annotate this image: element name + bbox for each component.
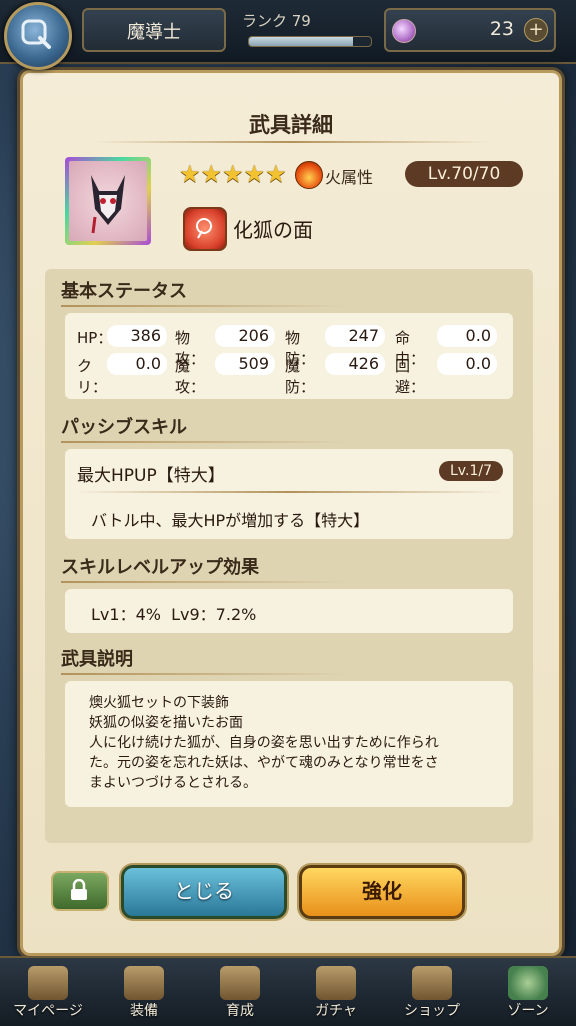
description-text: 燠火狐セットの下装飾 妖狐の似姿を描いたお面 人に化け続けた狐が、自身の姿を思い… — [89, 693, 439, 793]
scroll-icon — [28, 966, 68, 1000]
basic-status-title: 基本ステータス — [61, 281, 187, 302]
nav-training[interactable]: 育成 — [192, 958, 288, 1026]
attribute-label: 火属性 — [325, 168, 374, 187]
description-line: 妖狐の似姿を描いたお面 — [89, 715, 243, 731]
gacha-icon — [316, 966, 356, 1000]
bottom-nav: マイページ 装備 育成 ガチャ ショップ ゾーン — [0, 956, 576, 1026]
section-divider — [61, 441, 351, 443]
skill-name: 最大HPUP【特大】 — [77, 466, 225, 486]
close-button[interactable]: とじる — [121, 865, 287, 919]
description-line: まよいつづけるとされる。 — [89, 775, 257, 791]
search-icon — [21, 19, 51, 49]
levelup-effect-box: Lv1：4% Lv9：7.2% — [65, 589, 513, 633]
item-thumbnail — [65, 157, 151, 245]
nav-shop[interactable]: ショップ — [384, 958, 480, 1026]
skill-level-badge: Lv.1/7 — [439, 461, 503, 481]
item-name: 化狐の面 — [233, 218, 313, 242]
section-divider — [61, 673, 351, 675]
nav-label: ガチャ — [315, 1003, 357, 1019]
nav-gacha[interactable]: ガチャ — [288, 958, 384, 1026]
nav-zone[interactable]: ゾーン — [480, 958, 576, 1026]
nav-label: 育成 — [226, 1003, 254, 1019]
section-divider — [61, 305, 351, 307]
training-icon — [220, 966, 260, 1000]
nav-label: ショップ — [404, 1003, 460, 1019]
weapon-description-title: 武具説明 — [61, 649, 133, 670]
rank-panel: ランク 79 — [228, 8, 376, 48]
lock-icon — [71, 879, 87, 900]
gem-count: 23 — [489, 18, 514, 40]
level-badge: Lv.70/70 — [405, 161, 523, 187]
equipment-icon — [124, 966, 164, 1000]
rank-label: ランク 79 — [242, 12, 311, 30]
rank-progress-bar — [248, 36, 372, 47]
nav-label: ゾーン — [507, 1003, 549, 1019]
job-label: 魔導士 — [127, 22, 181, 43]
title-divider — [93, 141, 489, 143]
top-bar: 魔導士 ランク 79 23 + — [0, 0, 576, 64]
fox-mask-icon — [69, 161, 147, 241]
gem-icon — [392, 19, 416, 43]
detail-content[interactable]: 基本ステータス HP： 386 物攻： 206 物防： 247 命中： 0.0 … — [45, 269, 533, 843]
job-panel: 魔導士 — [82, 8, 226, 52]
nav-equipment[interactable]: 装備 — [96, 958, 192, 1026]
skill-description: バトル中、最大HPが増加する【特大】 — [91, 511, 370, 530]
nav-label: 装備 — [130, 1003, 158, 1019]
passive-skill-title: パッシブスキル — [61, 417, 187, 438]
section-divider — [61, 581, 351, 583]
search-button[interactable] — [4, 2, 72, 70]
globe-icon — [508, 966, 548, 1000]
rarity-stars: ★★★★★ — [179, 160, 287, 188]
description-line: 人に化け続けた狐が、自身の姿を思い出すために作られ — [89, 735, 439, 751]
shop-icon — [412, 966, 452, 1000]
weapon-description-box: 燠火狐セットの下装飾 妖狐の似姿を描いたお面 人に化け続けた狐が、自身の姿を思い… — [65, 681, 513, 807]
rank-progress-fill — [249, 37, 353, 46]
passive-skill-box: 最大HPUP【特大】 Lv.1/7 バトル中、最大HPが増加する【特大】 — [65, 449, 513, 539]
enhance-button[interactable]: 強化 — [299, 865, 465, 919]
levelup-effect-text: Lv1：4% Lv9：7.2% — [91, 605, 257, 624]
add-gems-button[interactable]: + — [524, 18, 548, 42]
description-line: 燠火狐セットの下装飾 — [89, 695, 229, 711]
lock-button[interactable] — [51, 871, 109, 911]
gem-panel: 23 + — [384, 8, 556, 52]
mask-type-icon — [183, 207, 227, 251]
skill-divider — [75, 491, 503, 493]
levelup-effect-title: スキルレベルアップ効果 — [61, 557, 259, 578]
panel-title: 武具詳細 — [249, 113, 333, 137]
description-line: た。元の姿を忘れた妖は、やがて魂のみとなり常世をさ — [89, 755, 439, 771]
weapon-detail-panel: 武具詳細 ★★★★★ 火属性 Lv.70/70 化狐の面 基本ステータス HP：… — [20, 70, 562, 956]
nav-label: マイページ — [13, 1003, 83, 1019]
nav-mypage[interactable]: マイページ — [0, 958, 96, 1026]
fire-attribute-icon — [295, 161, 323, 189]
